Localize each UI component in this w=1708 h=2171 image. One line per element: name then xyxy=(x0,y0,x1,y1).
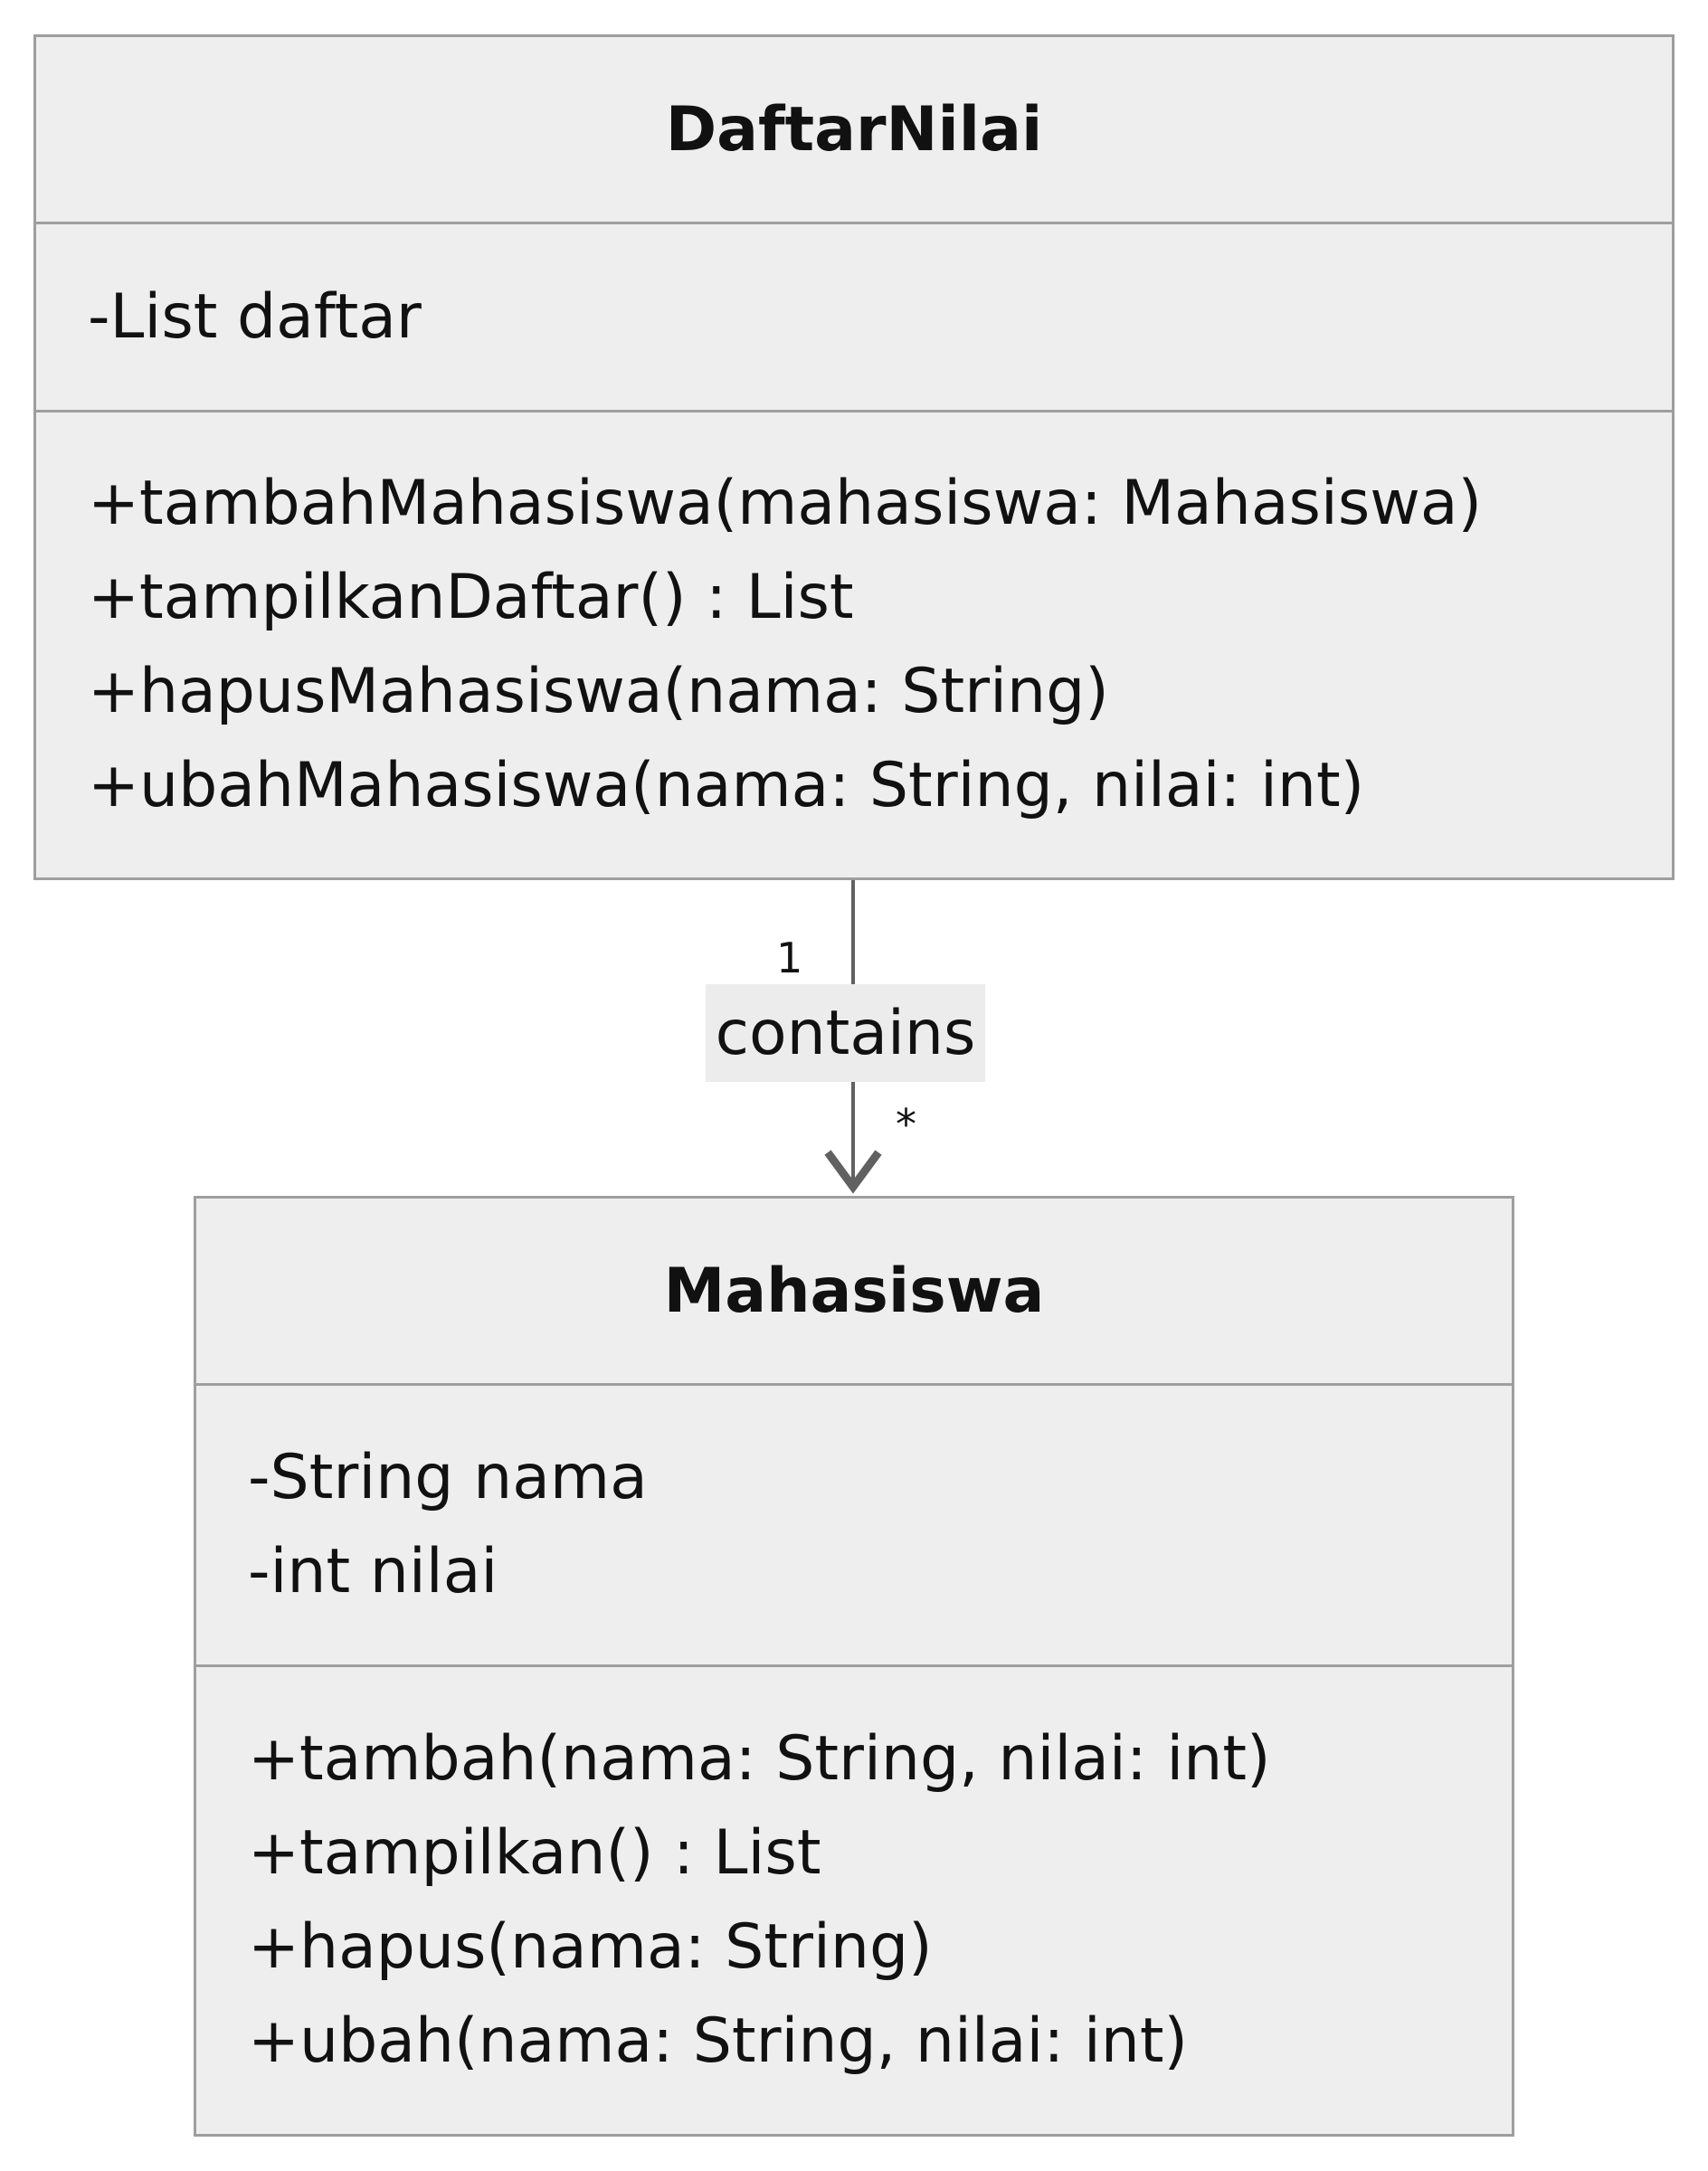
attribute: -String nama xyxy=(248,1442,648,1513)
method: +ubah(nama: String, nilai: int) xyxy=(248,2005,1189,2077)
methods-section: +tambah(nama: String, nilai: int) +tampi… xyxy=(196,1667,1512,2134)
method: +hapus(nama: String) xyxy=(248,1911,933,1983)
class-mahasiswa: Mahasiswa -String nama -int nilai +tamba… xyxy=(194,1196,1514,2137)
relation-label: contains xyxy=(706,984,985,1082)
class-name: Mahasiswa xyxy=(196,1199,1512,1386)
target-multiplicity: * xyxy=(896,1100,916,1149)
attributes-section: -String nama -int nilai xyxy=(196,1386,1512,1667)
attribute: -int nilai xyxy=(248,1536,498,1607)
method: +tampilkan() : List xyxy=(248,1817,821,1889)
source-multiplicity: 1 xyxy=(776,934,803,982)
method: +tambah(nama: String, nilai: int) xyxy=(248,1723,1271,1795)
